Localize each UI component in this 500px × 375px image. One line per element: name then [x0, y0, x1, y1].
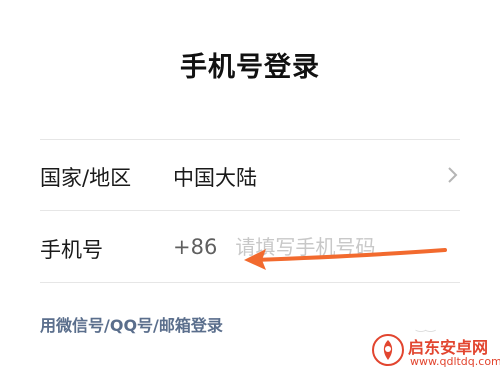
watermark-url: www.qdltdq.com: [410, 355, 500, 368]
page-title: 手机号登录: [180, 52, 320, 83]
watermark-logo-icon: [372, 334, 404, 366]
divider-bottom: [40, 282, 460, 283]
phone-label: 手机号: [40, 238, 103, 262]
divider-middle: [40, 210, 460, 211]
country-code: +86: [173, 235, 218, 259]
phone-number-input[interactable]: [235, 235, 436, 259]
login-page: 手机号登录 国家/地区 中国大陆 手机号 +86 用微信号/QQ号/邮箱登录 ‿…: [0, 0, 500, 375]
chevron-right-icon: [442, 165, 462, 185]
alt-login-link[interactable]: 用微信号/QQ号/邮箱登录: [40, 312, 223, 336]
divider-top: [40, 139, 460, 140]
country-region-value: 中国大陆: [173, 166, 257, 190]
country-region-label: 国家/地区: [40, 166, 132, 190]
watermark: 启东安卓网 www.qdltdq.com: [368, 330, 500, 375]
phone-input-wrap: +86: [173, 231, 453, 263]
